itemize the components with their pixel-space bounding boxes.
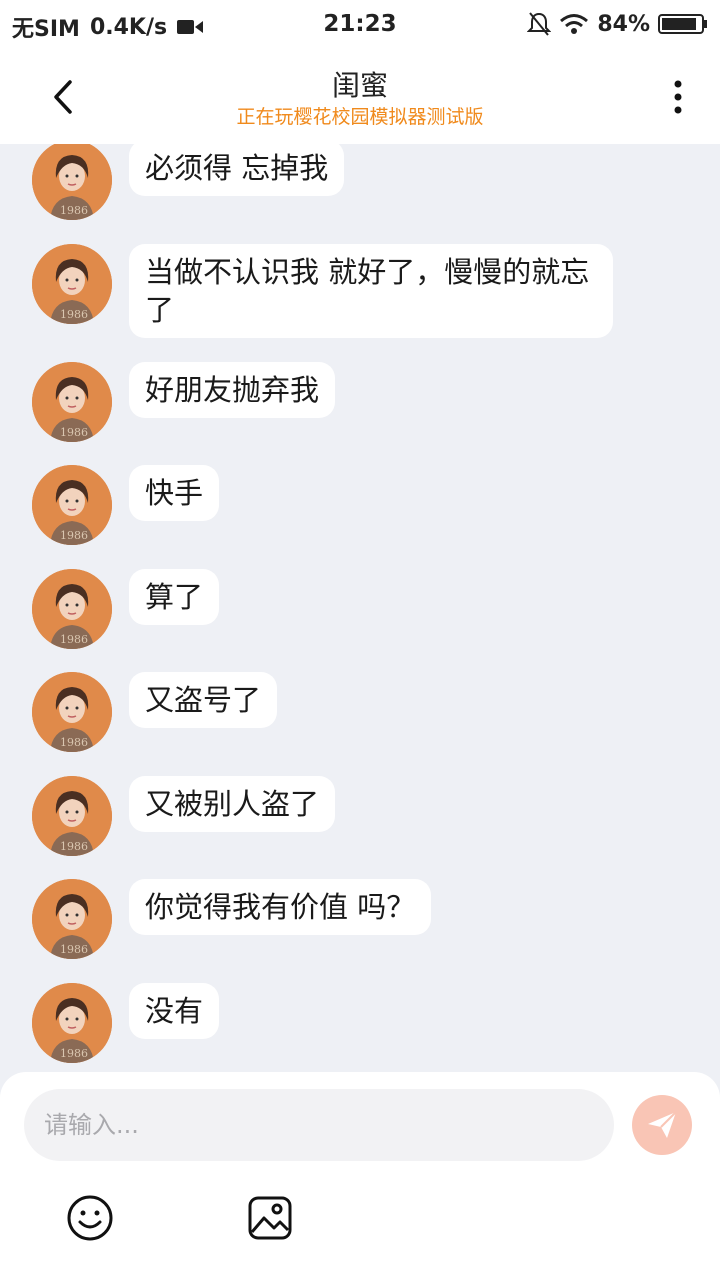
svg-text:1986: 1986	[60, 1047, 88, 1060]
avatar-image: 1986	[32, 879, 112, 959]
avatar[interactable]: 1986	[32, 879, 112, 959]
message-bubble[interactable]: 当做不认识我 就好了，慢慢的就忘了	[129, 244, 613, 338]
bell-off-icon	[527, 12, 552, 36]
message-bubble[interactable]: 又盗号了	[129, 672, 278, 728]
message-list[interactable]: 1986 必须得 忘掉我 1986 当做不认识我 就好了，慢慢的就忘了 1986…	[0, 144, 720, 1074]
message-bubble[interactable]: 快手	[129, 465, 220, 521]
wifi-icon	[560, 14, 589, 34]
emoji-icon	[67, 1195, 113, 1241]
message-bubble[interactable]: 必须得 忘掉我	[129, 144, 345, 196]
page-title: 闺蜜	[331, 69, 388, 102]
svg-text:1986: 1986	[60, 840, 88, 853]
svg-text:1986: 1986	[60, 529, 88, 542]
status-right: 84%	[527, 11, 708, 37]
image-icon	[248, 1196, 292, 1240]
emoji-button[interactable]	[66, 1194, 114, 1242]
battery-icon	[658, 14, 707, 34]
avatar[interactable]: 1986	[32, 569, 112, 649]
message-bubble[interactable]: 好朋友抛弃我	[129, 362, 336, 418]
avatar-image: 1986	[32, 244, 112, 324]
contact-status: 正在玩樱花校园模拟器测试版	[236, 106, 484, 128]
battery-percent: 84%	[597, 11, 650, 37]
svg-text:1986: 1986	[60, 308, 88, 321]
message-input[interactable]	[24, 1089, 614, 1161]
avatar[interactable]: 1986	[32, 672, 112, 752]
more-options-button[interactable]	[666, 78, 690, 118]
message-bubble[interactable]: 算了	[129, 569, 220, 625]
avatar-image: 1986	[32, 362, 112, 442]
avatar-image: 1986	[32, 672, 112, 752]
avatar-image: 1986	[32, 983, 112, 1063]
svg-text:1986: 1986	[60, 736, 88, 749]
send-button[interactable]	[632, 1095, 692, 1155]
send-icon	[648, 1111, 677, 1138]
avatar[interactable]: 1986	[32, 362, 112, 442]
message-bubble[interactable]: 没有	[129, 983, 220, 1039]
avatar-image: 1986	[32, 569, 112, 649]
avatar-image: 1986	[32, 776, 112, 856]
svg-text:1986: 1986	[60, 426, 88, 439]
chat-header: 闺蜜 正在玩樱花校园模拟器测试版	[0, 50, 720, 144]
message-bubble[interactable]: 你觉得我有价值 吗？	[129, 879, 432, 935]
avatar-image: 1986	[32, 465, 112, 545]
avatar[interactable]: 1986	[32, 776, 112, 856]
avatar[interactable]: 1986	[32, 465, 112, 545]
avatar-image: 1986	[32, 144, 112, 220]
avatar[interactable]: 1986	[32, 983, 112, 1063]
status-bar: 无SIM 0.4K/s 21:23 84%	[0, 0, 720, 50]
more-vertical-icon	[674, 80, 682, 114]
avatar[interactable]: 1986	[32, 244, 112, 324]
composer	[0, 1072, 720, 1280]
svg-text:1986: 1986	[60, 943, 88, 956]
image-button[interactable]	[246, 1194, 294, 1242]
svg-text:1986: 1986	[60, 633, 88, 646]
message-bubble[interactable]: 又被别人盗了	[129, 776, 336, 832]
avatar[interactable]: 1986	[32, 144, 112, 220]
svg-text:1986: 1986	[60, 204, 88, 217]
